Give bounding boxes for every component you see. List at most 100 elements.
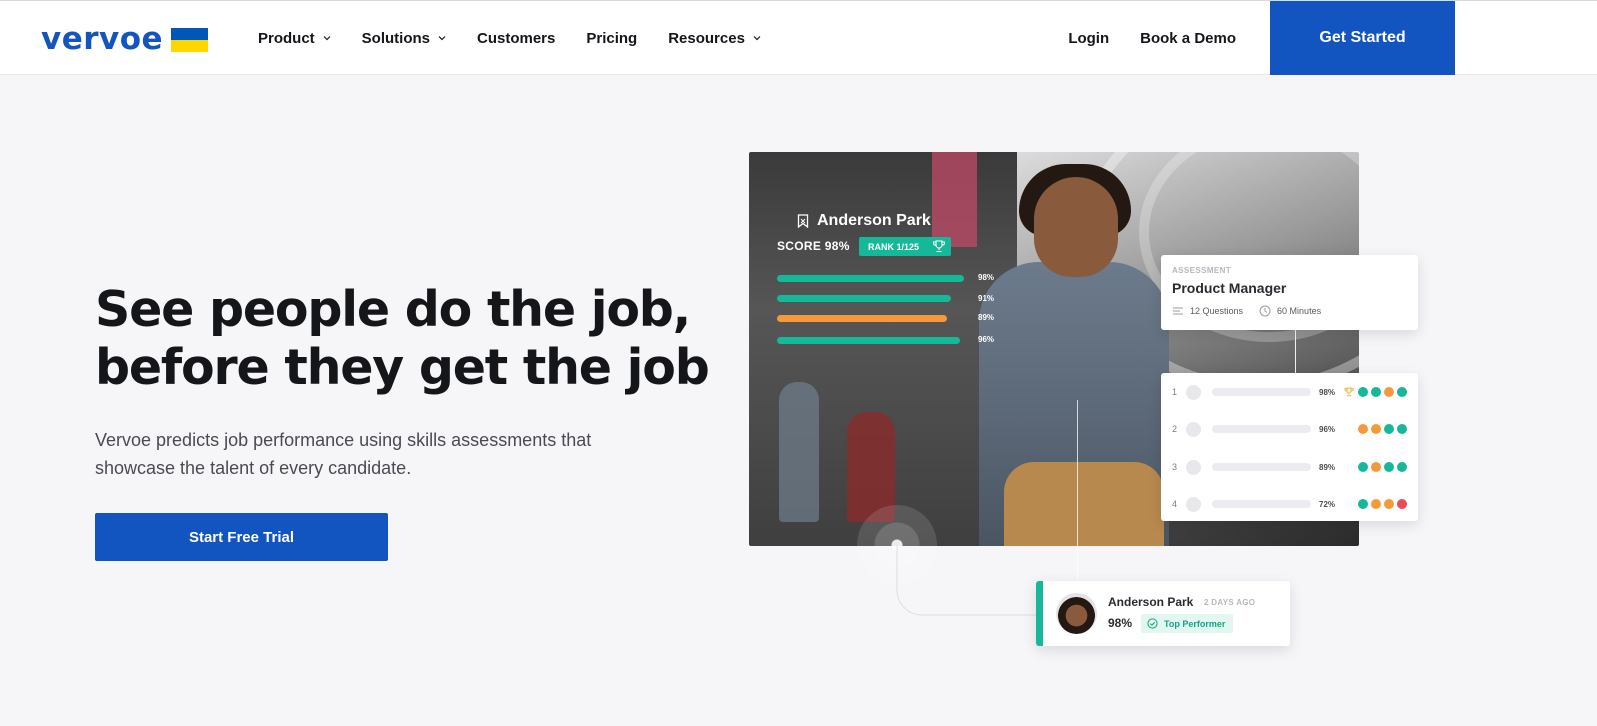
chevron-down-icon [438,36,446,41]
skill-dot [1397,499,1407,509]
hero-subtitle-line: showcase the talent of every candidate. [95,458,412,478]
assessment-duration: 60 Minutes [1277,306,1322,316]
login-link[interactable]: Login [1068,30,1109,47]
ranking-row[interactable]: 2 96% [1161,419,1418,439]
top-performer-card[interactable]: Anderson Park 2 DAYS AGO 98% Top Perform… [1036,581,1290,646]
skill-percent: 96% [978,335,995,344]
rank-number: 4 [1172,499,1178,509]
skill-dot [1358,387,1368,397]
chevron-down-icon [323,36,331,41]
connector-curve [896,545,1037,616]
nav-item-label: Solutions [361,29,430,47]
skill-dot [1397,387,1407,397]
book-demo-link[interactable]: Book a Demo [1140,30,1236,47]
clock-icon [1259,305,1271,317]
nav-item-label: Customers [477,29,556,47]
hero-title-line: See people do the job, [95,281,691,338]
skill-dot [1371,424,1381,434]
skill-dots [1358,387,1410,397]
candidate-head [1034,177,1118,277]
performer-score: 98% [1108,616,1133,630]
hero-subtitle: Vervoe predicts job performance using sk… [95,426,675,482]
bookmark-icon [797,214,809,228]
skill-dot [1371,499,1381,509]
connector-line [1295,330,1296,375]
trophy-icon [932,240,946,253]
skill-dot [1371,462,1381,472]
skill-dots [1358,462,1410,472]
background-sign [932,152,977,247]
start-free-trial-button[interactable]: Start Free Trial [95,513,388,561]
skill-percent: 91% [978,294,995,303]
skill-dot [1384,387,1394,397]
score-label: SCORE 98% [777,239,850,253]
nav-item-solutions[interactable]: Solutions [362,30,446,47]
candidate-figure-pants [1004,462,1164,546]
candidate-name-overlay: Anderson Park [797,212,931,230]
ranking-card: 1 98% 2 96% 3 89% 4 72% [1161,373,1418,521]
skill-dot [1397,424,1407,434]
skill-bar [777,275,964,282]
rank-number: 2 [1172,424,1178,434]
skill-percent: 89% [978,313,995,322]
ranking-row[interactable]: 1 98% [1161,382,1418,402]
performer-timestamp: 2 DAYS AGO [1204,598,1256,607]
rank-percent: 72% [1319,499,1336,509]
assessment-title: Product Manager [1172,280,1287,296]
avatar-placeholder [1186,384,1201,400]
nav-item-label: Pricing [586,29,638,47]
rank-percent: 89% [1319,462,1336,472]
placeholder-bar [1212,425,1311,433]
nav-item-resources[interactable]: Resources [668,30,761,47]
skill-percent: 98% [978,273,995,282]
avatar-placeholder [1186,459,1201,475]
trophy-icon [1344,387,1354,397]
skill-bar [777,337,960,344]
placeholder-bar [1212,388,1311,396]
avatar [1056,593,1097,634]
nav-item-pricing[interactable]: Pricing [586,30,637,47]
logo-wordmark: vervoe [41,20,164,57]
ukraine-flag-icon [171,28,209,52]
rank-badge: RANK 1/125 [859,237,951,256]
skill-dot [1371,387,1381,397]
skill-dots [1358,499,1410,509]
candidate-name: Anderson Park [817,212,931,229]
hero-title-line: before they get the job [95,339,710,396]
skill-dot [1384,462,1394,472]
nav-item-label: Resources [668,29,745,47]
get-started-button[interactable]: Get Started [1270,1,1455,75]
hero-title: See people do the job, before they get t… [95,281,715,397]
hero-subtitle-line: Vervoe predicts job performance using sk… [95,430,592,450]
skill-dot [1397,462,1407,472]
assessment-meta: 12 Questions 60 Minutes [1172,305,1321,317]
skill-dots [1358,424,1410,434]
badge-label: Top Performer [1164,618,1226,629]
skill-dot [1358,499,1368,509]
question-count: 12 Questions [1190,306,1244,316]
ranking-row[interactable]: 3 89% [1161,457,1418,477]
rank-number: 3 [1172,462,1178,472]
avatar-placeholder [1186,496,1201,512]
placeholder-bar [1212,463,1311,471]
check-circle-icon [1147,618,1158,629]
skill-dot [1384,424,1394,434]
connector-line [1077,400,1078,580]
nav-actions: Login Book a Demo Get Started [1068,1,1597,75]
top-navigation: vervoe Product Solutions Customers Prici… [0,0,1597,75]
skill-bar [777,315,947,322]
ranking-row[interactable]: 4 72% [1161,494,1418,514]
nav-item-product[interactable]: Product [258,30,331,47]
rank-number: 1 [1172,387,1178,397]
vervoe-logo[interactable]: vervoe [41,20,209,57]
background-person [779,382,819,522]
skill-dot [1358,424,1368,434]
assessment-card: ASSESSMENT Product Manager 12 Questions … [1161,255,1418,330]
list-icon [1173,307,1183,315]
rank-label: RANK 1/125 [868,241,920,252]
nav-item-customers[interactable]: Customers [477,30,555,47]
rank-percent: 96% [1319,424,1336,434]
skill-dot [1358,462,1368,472]
rank-percent: 98% [1319,387,1336,397]
avatar-placeholder [1186,421,1201,437]
